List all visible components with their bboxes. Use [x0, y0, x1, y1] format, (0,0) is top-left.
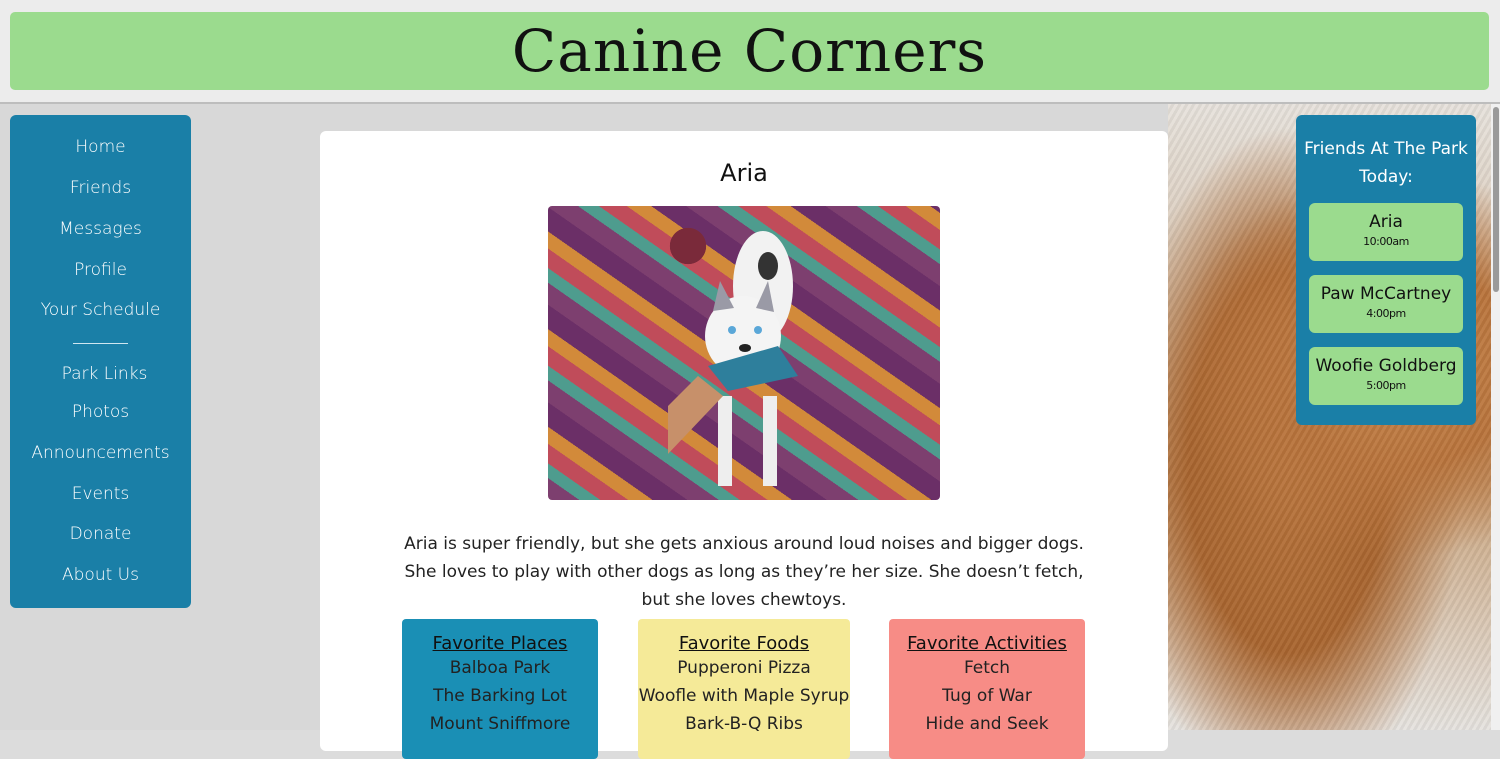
profile-bio: Aria is super friendly, but she gets anx… — [404, 534, 1084, 610]
nav-friends[interactable]: Friends — [10, 178, 191, 198]
nav-messages[interactable]: Messages — [10, 219, 191, 239]
favorite-food-item: Bark-B-Q Ribs — [685, 714, 803, 734]
favorite-activities-title[interactable]: Favorite Activities — [889, 633, 1085, 654]
profile-card: Aria Aria is super friendly, but she get… — [320, 131, 1168, 759]
favorite-foods-title[interactable]: Favorite Foods — [638, 633, 850, 654]
nav-your-schedule[interactable]: Your Schedule — [10, 300, 191, 320]
favorite-activity-item: Tug of War — [942, 686, 1032, 706]
friend-time: 10:00am — [1363, 235, 1409, 248]
favorite-activity-item: Hide and Seek — [925, 714, 1049, 734]
site-header: Canine Corners — [10, 12, 1489, 90]
favorite-activity-item: Fetch — [963, 658, 1011, 678]
favorite-activities-box: Favorite Activities Fetch Tug of War Hid… — [889, 619, 1085, 759]
favorite-foods-box: Favorite Foods Pupperoni Pizza Woofle wi… — [638, 619, 850, 759]
friends-at-park-panel: Friends At The Park Today: Aria 10:00am … — [1296, 115, 1476, 425]
friends-panel-title: Friends At The Park Today: — [1304, 139, 1468, 187]
friend-card[interactable]: Paw McCartney 4:00pm — [1309, 275, 1463, 333]
nav-about-us[interactable]: About Us — [10, 565, 191, 585]
nav-donate[interactable]: Donate — [10, 524, 191, 544]
friend-name: Paw McCartney — [1320, 284, 1452, 304]
friend-name: Woofie Goldberg — [1315, 356, 1457, 376]
site-title[interactable]: Canine Corners — [512, 17, 987, 85]
friend-card[interactable]: Aria 10:00am — [1309, 203, 1463, 261]
favorite-places-box: Favorite Places Balboa Park The Barking … — [402, 619, 598, 759]
nav-profile[interactable]: Profile — [10, 260, 191, 280]
friend-time: 5:00pm — [1366, 379, 1406, 392]
nav-events[interactable]: Events — [10, 484, 191, 504]
favorite-places-title[interactable]: Favorite Places — [402, 633, 598, 654]
nav-home[interactable]: Home — [10, 137, 191, 157]
main-navigation: Home Friends Messages Profile Your Sched… — [10, 115, 191, 608]
nav-park-links[interactable]: Park Links — [14, 364, 195, 384]
profile-photo — [548, 206, 940, 500]
favorite-place-item: The Barking Lot — [433, 686, 567, 706]
friend-time: 4:00pm — [1366, 307, 1406, 320]
nav-divider — [73, 343, 128, 344]
profile-name: Aria — [720, 159, 768, 187]
favorite-place-item: Balboa Park — [449, 658, 551, 678]
favorite-food-item: Pupperoni Pizza — [677, 658, 811, 678]
dog-illustration — [668, 231, 798, 486]
nav-photos[interactable]: Photos — [10, 402, 191, 422]
favorite-place-item: Mount Sniffmore — [429, 714, 571, 734]
friend-card[interactable]: Woofie Goldberg 5:00pm — [1309, 347, 1463, 405]
top-bar: Canine Corners — [0, 0, 1500, 104]
friend-name: Aria — [1369, 212, 1403, 232]
favorite-food-item: Woofle with Maple Syrup — [638, 686, 850, 706]
scrollbar-thumb[interactable] — [1493, 107, 1499, 292]
nav-announcements[interactable]: Announcements — [10, 443, 191, 463]
